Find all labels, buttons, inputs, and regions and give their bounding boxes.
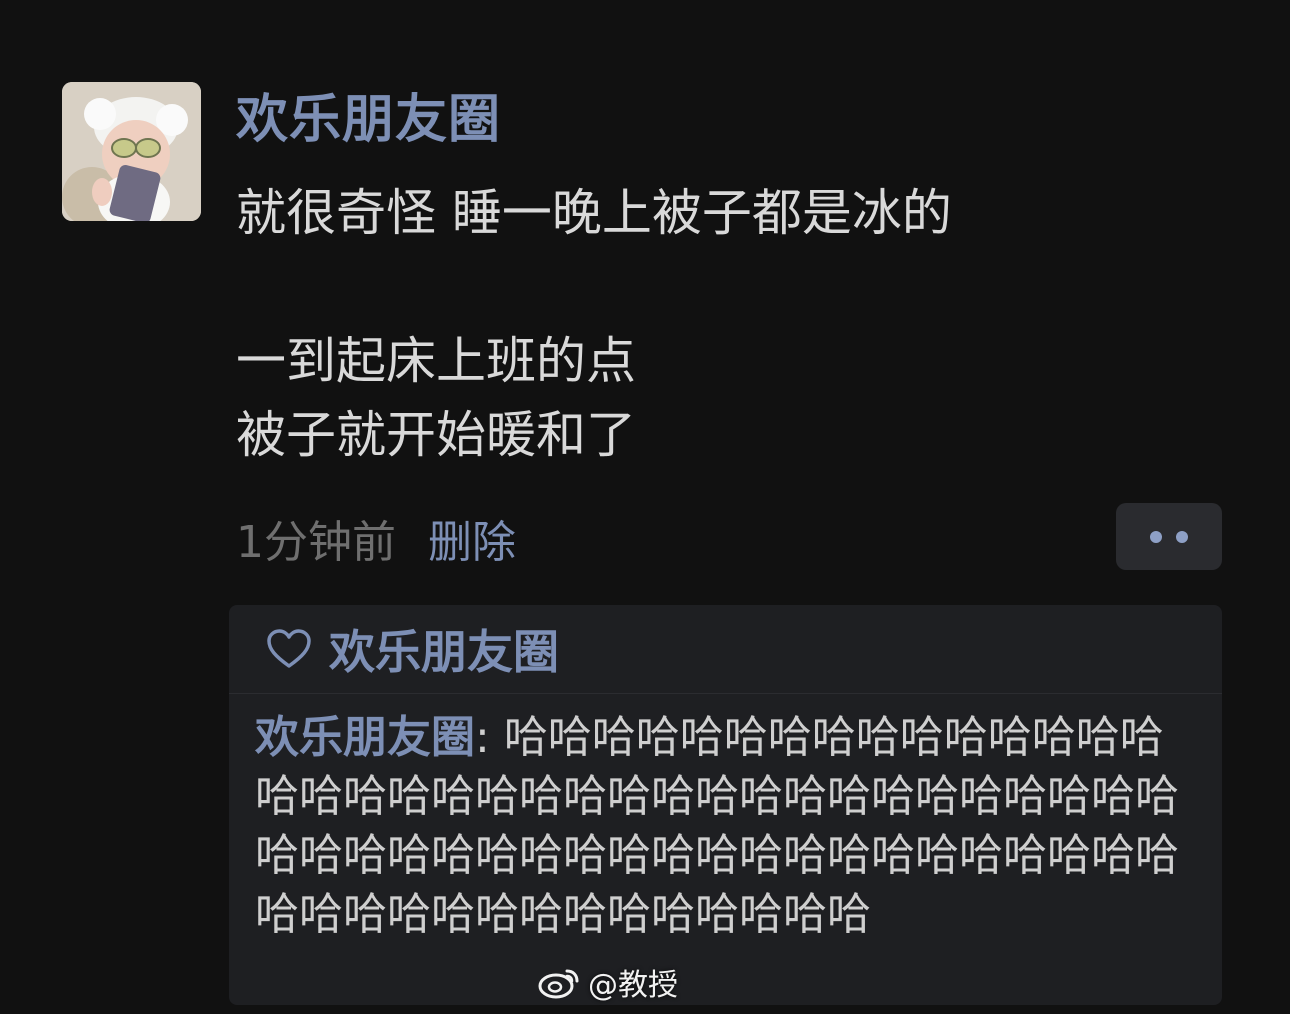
baby-avatar-icon — [62, 82, 201, 221]
post-time: 1分钟前 — [236, 517, 396, 568]
post-author-name[interactable]: 欢乐朋友圈 — [236, 86, 501, 154]
more-actions-button[interactable] — [1116, 503, 1222, 570]
avatar[interactable] — [62, 82, 201, 221]
likes-row: 欢乐朋友圈 — [229, 605, 1222, 694]
weibo-watermark: @教授 — [538, 960, 678, 1004]
interaction-panel: 欢乐朋友圈 欢乐朋友圈: 哈哈哈哈哈哈哈哈哈哈哈哈哈哈哈哈哈哈哈哈哈哈哈哈哈哈哈… — [229, 605, 1222, 1005]
watermark-text: @教授 — [588, 968, 678, 1003]
more-dots-icon-dot — [1176, 530, 1188, 543]
more-dots-icon — [1150, 530, 1162, 543]
heart-outline-icon — [267, 629, 311, 668]
post-text: 就很奇怪 睡一晚上被子都是冰的 一到起床上班的点 被子就开始暖和了 — [236, 184, 952, 464]
comment-item[interactable]: 欢乐朋友圈: 哈哈哈哈哈哈哈哈哈哈哈哈哈哈哈哈哈哈哈哈哈哈哈哈哈哈哈哈哈哈哈哈哈… — [229, 694, 1222, 944]
delete-button[interactable]: 删除 — [428, 506, 516, 570]
comment-separator: : — [475, 712, 504, 763]
weibo-icon — [538, 969, 579, 999]
liker-name[interactable]: 欢乐朋友圈 — [329, 616, 559, 682]
post-meta: 1分钟前 删除 — [236, 508, 516, 568]
comment-author[interactable]: 欢乐朋友圈 — [255, 712, 475, 763]
